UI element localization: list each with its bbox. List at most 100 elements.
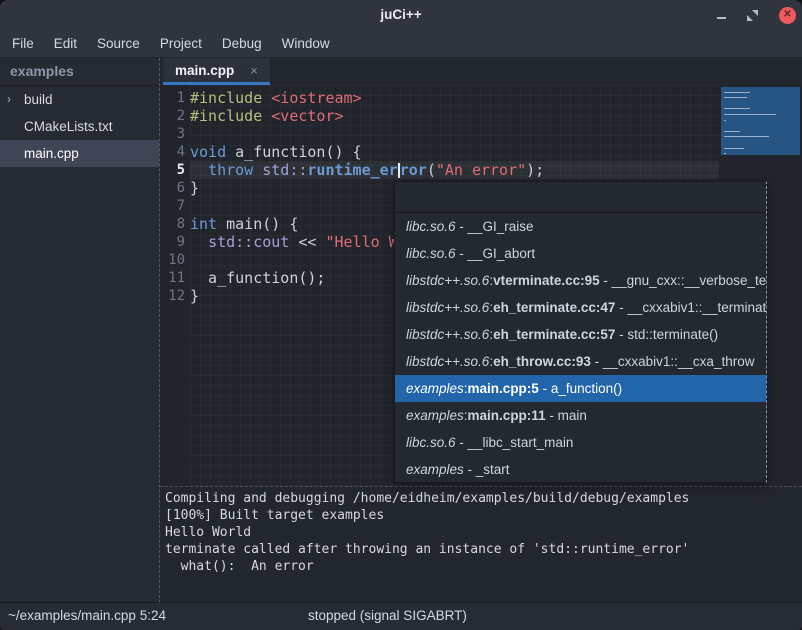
frame-symbol: __gnu_cxx::__verbose_terminate_handler() xyxy=(612,273,766,288)
code-token: std:: xyxy=(262,161,307,179)
menu-window[interactable]: Window xyxy=(272,30,340,57)
frame-symbol: std::terminate() xyxy=(627,327,718,342)
frame-file-line: main.cpp:11 xyxy=(468,408,546,423)
code-token xyxy=(262,107,271,125)
app-window: juCi++ ✕ FileEditSourceProjectDebugWindo… xyxy=(0,0,802,630)
frame-symbol: _start xyxy=(476,462,510,477)
restore-icon[interactable] xyxy=(747,10,758,21)
terminal-line: what(): An error xyxy=(165,558,802,575)
frame-separator: - xyxy=(456,219,468,234)
line-number: 7 xyxy=(160,197,190,215)
code-line: #include <vector> xyxy=(190,107,719,125)
code-token: ( xyxy=(427,161,436,179)
terminal-output: Compiling and debugging /home/eidheim/ex… xyxy=(160,486,802,603)
code-token: void xyxy=(190,143,226,161)
frame-file-line: vterminate.cc:95 xyxy=(493,273,600,288)
file-label: main.cpp xyxy=(24,146,79,161)
frame-library: libc.so.6 xyxy=(406,435,456,450)
frame-separator: - xyxy=(456,246,468,261)
window-title: juCi++ xyxy=(0,0,802,30)
frame-library: examples xyxy=(406,381,464,396)
stack-frame-row[interactable]: examples:main.cpp:5 - a_function() xyxy=(395,375,766,402)
stack-frame-row[interactable]: examples - _start xyxy=(395,456,766,483)
terminal-line: Compiling and debugging /home/eidheim/ex… xyxy=(165,490,802,507)
minimap-slider[interactable] xyxy=(721,87,800,155)
terminal-line: [100%] Built target examples xyxy=(165,507,802,524)
stack-frame-row[interactable]: libstdc++.so.6:eh_terminate.cc:57 - std:… xyxy=(395,321,766,348)
line-number: 2 xyxy=(160,107,190,125)
sidebar-item-main-cpp[interactable]: main.cpp xyxy=(0,140,159,167)
tab-label: main.cpp xyxy=(175,63,234,78)
line-number: 11 xyxy=(160,269,190,287)
menu-source[interactable]: Source xyxy=(87,30,150,57)
code-line: throw std::runtime_error("An error"); xyxy=(190,161,719,179)
line-number: 5 xyxy=(160,161,190,179)
file-label: build xyxy=(24,92,53,107)
tab-bar: main.cpp × xyxy=(160,58,802,85)
window-controls: ✕ xyxy=(717,0,796,30)
code-token: std::cout xyxy=(208,233,289,251)
project-name: examples xyxy=(0,58,159,86)
menu-file[interactable]: File xyxy=(2,30,44,57)
stack-frame-row[interactable]: libstdc++.so.6:eh_throw.cc:93 - __cxxabi… xyxy=(395,348,766,375)
code-line xyxy=(190,125,719,143)
line-number-gutter: 123456789101112 xyxy=(160,85,190,486)
stack-frame-row[interactable]: libstdc++.so.6:vterminate.cc:95 - __gnu_… xyxy=(395,267,766,294)
minimap-code-line xyxy=(724,136,769,137)
frame-symbol: __libc_start_main xyxy=(468,435,574,450)
stack-frame-row[interactable]: libc.so.6 - __GI_raise xyxy=(395,213,766,240)
sidebar-item-build[interactable]: › build xyxy=(0,86,159,113)
code-token xyxy=(253,161,262,179)
frame-library: examples xyxy=(406,462,464,477)
code-token: a_function(); xyxy=(190,269,325,287)
menubar: FileEditSourceProjectDebugWindow xyxy=(0,30,802,58)
line-number: 3 xyxy=(160,125,190,143)
terminal-line: Hello World xyxy=(165,524,802,541)
stack-frame-row[interactable]: examples:main.cpp:11 - main xyxy=(395,402,766,429)
minimap-code-line xyxy=(724,114,776,115)
chevron-right-icon[interactable]: › xyxy=(7,86,11,113)
frame-symbol: __cxxabiv1::__cxa_throw xyxy=(603,354,755,369)
frame-symbol: __cxxabiv1::__terminate(void (*)()) xyxy=(627,300,766,315)
frame-separator: - xyxy=(464,462,476,477)
backtrace-popup: libc.so.6 - __GI_raiselibc.so.6 - __GI_a… xyxy=(394,181,767,483)
code-token xyxy=(190,233,208,251)
frame-separator: - xyxy=(615,327,627,342)
frame-symbol: a_function() xyxy=(551,381,622,396)
menu-edit[interactable]: Edit xyxy=(44,30,87,57)
line-number: 12 xyxy=(160,287,190,305)
stack-frame-row[interactable]: libc.so.6 - __libc_start_main xyxy=(395,429,766,456)
frame-separator: - xyxy=(600,273,612,288)
code-token: main() { xyxy=(217,215,298,233)
titlebar[interactable]: juCi++ ✕ xyxy=(0,0,802,30)
code-token: << xyxy=(289,233,325,251)
code-token: throw xyxy=(208,161,253,179)
frame-separator: - xyxy=(615,300,627,315)
menu-debug[interactable]: Debug xyxy=(212,30,272,57)
backtrace-popup-header[interactable] xyxy=(395,182,766,213)
menu-project[interactable]: Project xyxy=(150,30,212,57)
frame-symbol: __GI_abort xyxy=(468,246,536,261)
frame-separator: - xyxy=(539,381,551,396)
code-token: <vector> xyxy=(271,107,343,125)
stack-frame-row[interactable]: libstdc++.so.6:eh_terminate.cc:47 - __cx… xyxy=(395,294,766,321)
terminal-line: terminate called after throwing an insta… xyxy=(165,541,802,558)
minimap-code-line xyxy=(724,120,726,121)
code-token: } xyxy=(190,287,199,305)
stack-frame-row[interactable]: libc.so.6 - __GI_abort xyxy=(395,240,766,267)
line-number: 10 xyxy=(160,251,190,269)
code-token xyxy=(190,161,208,179)
tab-close-icon[interactable]: × xyxy=(250,63,258,78)
code-token: int xyxy=(190,215,217,233)
code-token xyxy=(262,89,271,107)
line-number: 4 xyxy=(160,143,190,161)
frame-file-line: eh_throw.cc:93 xyxy=(493,354,591,369)
cursor-location: ~/examples/main.cpp 5:24 xyxy=(8,603,166,629)
sidebar-item-cmakelists-txt[interactable]: CMakeLists.txt xyxy=(0,113,159,140)
tab-main-cpp[interactable]: main.cpp × xyxy=(163,58,270,85)
minimize-icon[interactable] xyxy=(717,17,726,19)
line-number: 1 xyxy=(160,89,190,107)
frame-separator: - xyxy=(591,354,603,369)
close-icon[interactable]: ✕ xyxy=(779,7,796,24)
code-line: void a_function() { xyxy=(190,143,719,161)
